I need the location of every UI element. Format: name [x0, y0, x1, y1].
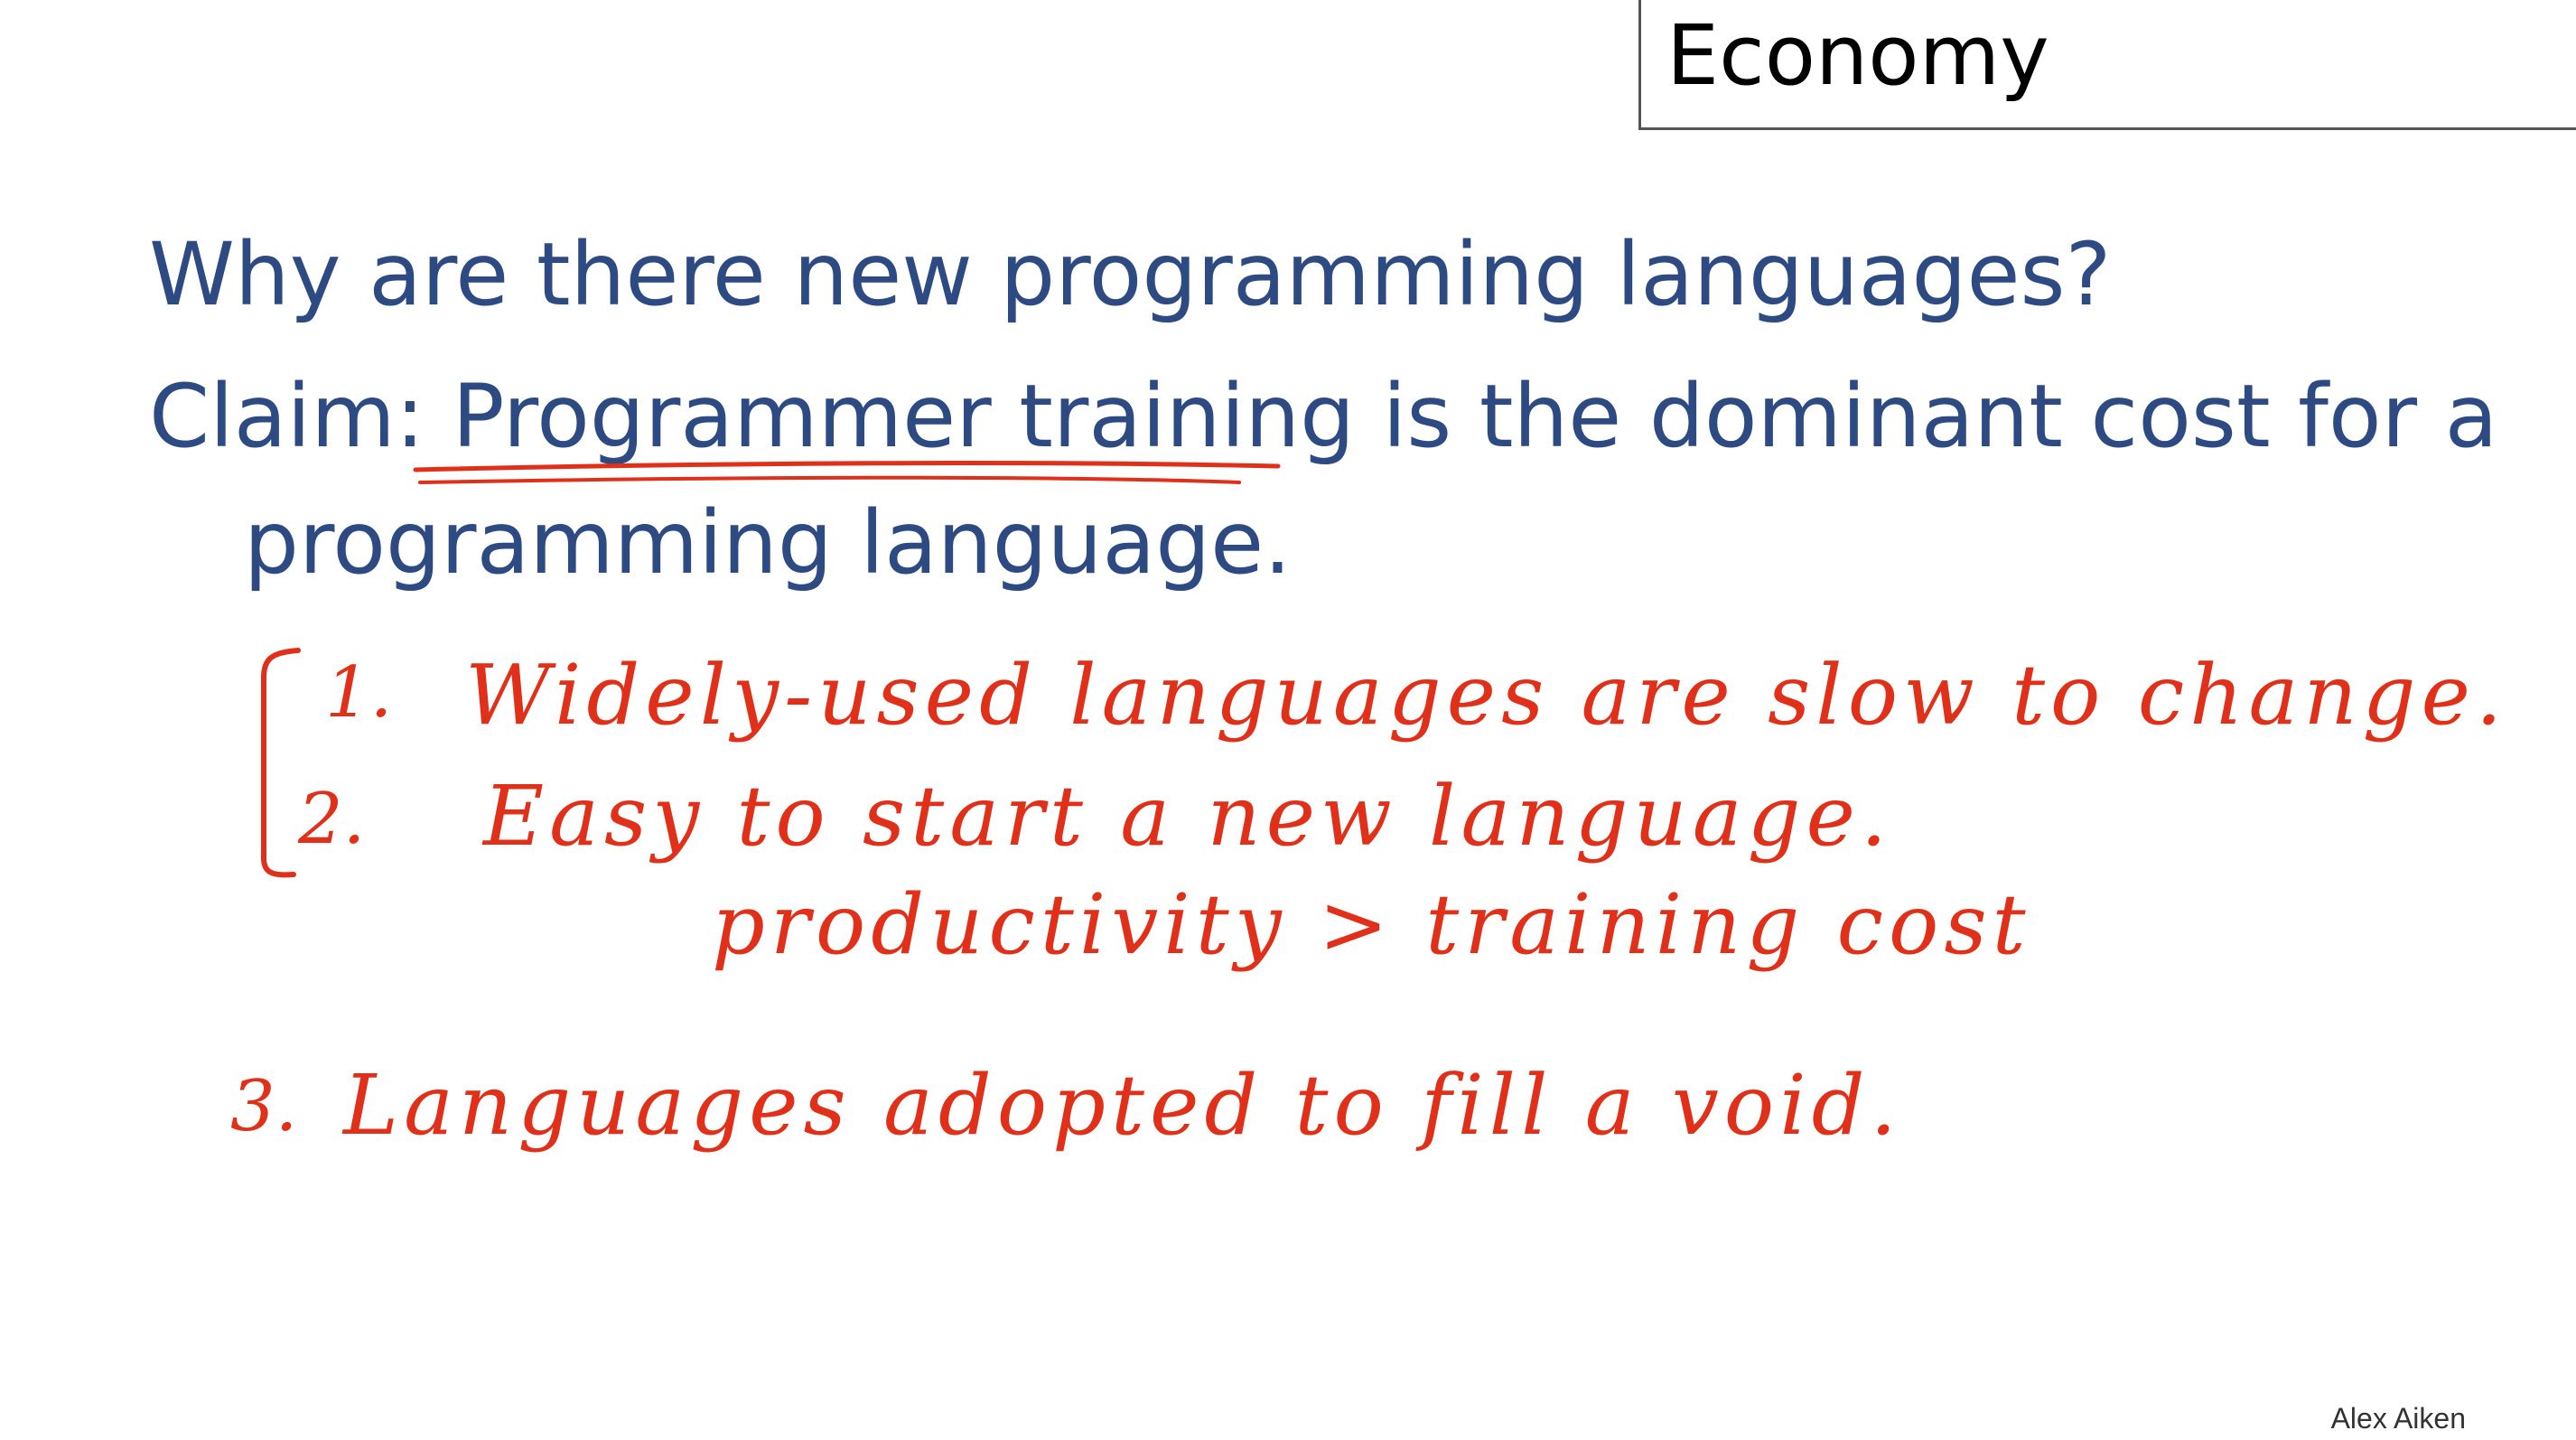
item-2-number: 2. [298, 779, 366, 860]
item-2-text: Easy to start a new language. [483, 768, 1893, 865]
item-3-text: Languages adopted to fill a void. [343, 1057, 1902, 1154]
item-1-number: 1. [325, 652, 393, 734]
underline-stroke-second [418, 475, 1241, 484]
item-3-number: 3. [230, 1066, 298, 1147]
underline-stroke [413, 461, 1281, 472]
item-2-subnote: productivity > training cost [712, 876, 2031, 973]
bracket-mark [261, 648, 301, 878]
slide: Economy Why are there new programming la… [0, 0, 2576, 1440]
author-credit: Alex Aiken [2330, 1402, 2466, 1435]
item-1-text: Widely-used languages are slow to change… [465, 647, 2508, 743]
